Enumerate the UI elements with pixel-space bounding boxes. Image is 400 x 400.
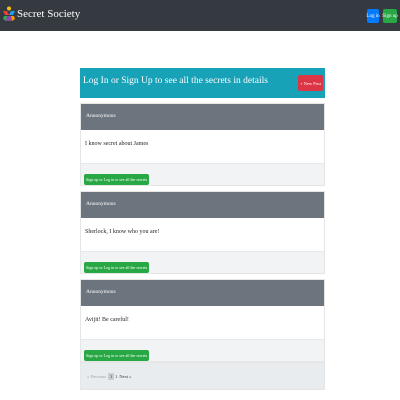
post-body: Avijit! Be careful! <box>85 317 129 323</box>
new-post-button[interactable]: + New Post <box>298 75 323 91</box>
current-page: 1 <box>115 373 118 379</box>
reveal-secret-button[interactable]: Sign up or Log in to see all the secrets <box>84 174 150 185</box>
page-number-badge: 1 <box>108 372 115 380</box>
next-page-link[interactable]: Next » <box>119 374 131 379</box>
reveal-secret-button[interactable]: Sign up or Log in to see all the secrets <box>84 262 150 273</box>
post-author: Annonymous <box>81 192 324 218</box>
main-container: Log In or Sign Up to see all the secrets… <box>80 68 325 390</box>
post-body: Sherlock, I know who you are! <box>85 229 160 235</box>
post-footer: Sign up or Log in to see all the secrets <box>81 163 324 185</box>
pagination: « Previous 1 1 Next » <box>80 362 325 390</box>
login-button[interactable]: Log in <box>366 9 380 23</box>
navbar: Secret Society Log in Sign up <box>0 0 400 31</box>
post-body: I know secret about James <box>85 141 149 147</box>
brand-logo-icon <box>3 6 15 21</box>
brand-name: Secret Society <box>17 8 81 20</box>
signup-button[interactable]: Sign up <box>382 9 398 23</box>
post-author: Annonymous <box>81 280 324 306</box>
jumbotron: Log In or Sign Up to see all the secrets… <box>80 68 325 98</box>
jumbotron-text: Log In or Sign Up to see all the secrets… <box>83 76 268 86</box>
post-footer: Sign up or Log in to see all the secrets <box>81 251 324 273</box>
post-card: Annonymous Avijit! Be careful! Sign up o… <box>80 279 325 362</box>
post-card: Annonymous Sherlock, I know who you are!… <box>80 191 325 274</box>
brand-link[interactable]: Secret Society <box>3 6 80 22</box>
post-author: Annonymous <box>81 104 324 130</box>
post-card: Annonymous I know secret about James Sig… <box>80 103 325 186</box>
previous-page-link[interactable]: « Previous <box>87 374 106 379</box>
reveal-secret-button[interactable]: Sign up or Log in to see all the secrets <box>84 350 150 361</box>
post-footer: Sign up or Log in to see all the secrets <box>81 339 324 361</box>
